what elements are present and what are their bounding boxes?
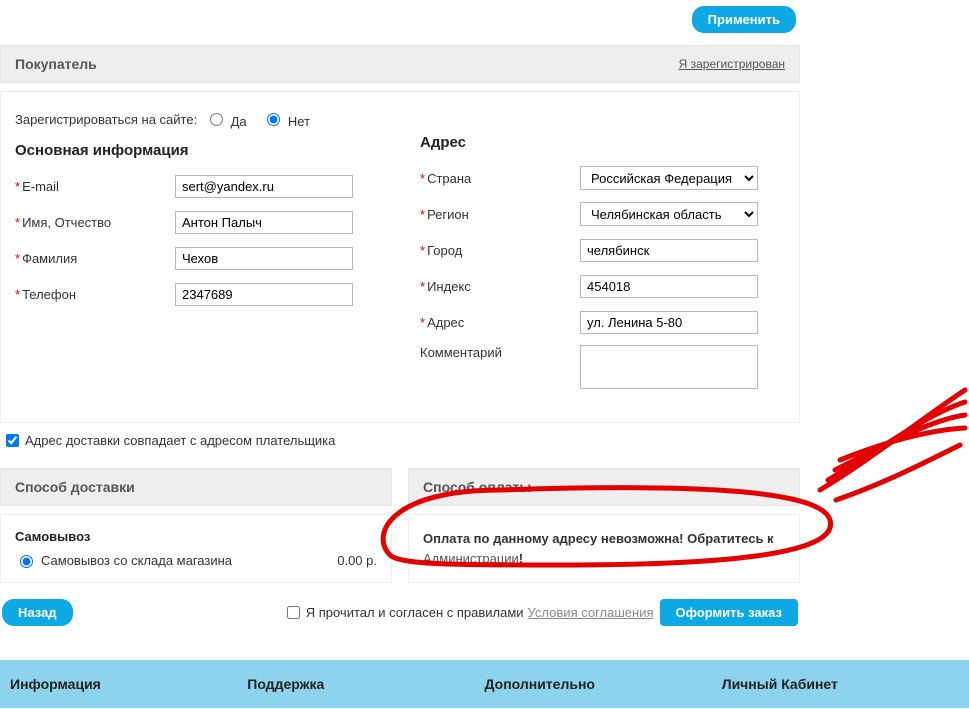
- email-field[interactable]: [175, 175, 353, 198]
- phone-row: *Телефон: [15, 281, 380, 307]
- footer-col-support: Поддержка: [247, 676, 484, 692]
- shipping-option: Самовывоз со склада магазина 0.00 р.: [15, 552, 377, 568]
- footer-col-extra: Дополнительно: [485, 676, 722, 692]
- payment-col: Способ оплаты Оплата по данному адресу н…: [408, 468, 800, 583]
- shipping-heading: Способ доставки: [0, 468, 392, 506]
- address-heading: Адрес: [420, 134, 785, 151]
- country-select[interactable]: Российская Федерация: [580, 166, 758, 190]
- comment-field[interactable]: [580, 345, 758, 389]
- payment-admin-link[interactable]: Администрации: [423, 551, 519, 566]
- comment-row: Комментарий: [420, 345, 785, 392]
- terms-link[interactable]: Условия соглашения: [528, 605, 654, 620]
- agree-text: Я прочитал и согласен с правилами: [306, 605, 524, 620]
- asterisk: *: [420, 315, 425, 330]
- asterisk: *: [420, 207, 425, 222]
- checkout-button[interactable]: Оформить заказ: [660, 599, 798, 626]
- register-no-radio[interactable]: [267, 113, 280, 126]
- asterisk: *: [15, 215, 20, 230]
- same-address-label: Адрес доставки совпадает с адресом плате…: [25, 433, 335, 448]
- payment-body: Оплата по данному адресу невозможна! Обр…: [408, 514, 800, 583]
- addr-row: *Адрес: [420, 309, 785, 335]
- shipping-option-radio[interactable]: [20, 555, 33, 568]
- apply-button[interactable]: Применить: [692, 6, 796, 33]
- email-row: *E-mail: [15, 173, 380, 199]
- addr-label: Адрес: [427, 315, 464, 330]
- shipping-col: Способ доставки Самовывоз Самовывоз со с…: [0, 468, 392, 583]
- index-field[interactable]: [580, 275, 758, 298]
- comment-label: Комментарий: [420, 345, 502, 360]
- back-button[interactable]: Назад: [2, 599, 73, 626]
- addr-field[interactable]: [580, 311, 758, 334]
- col-address: Адрес *Страна Российская Федерация *Реги…: [400, 106, 785, 402]
- register-no-label: Нет: [288, 114, 310, 129]
- footer-col-account: Личный Кабинет: [722, 676, 959, 692]
- region-label: Регион: [427, 207, 469, 222]
- payment-suffix: !: [519, 551, 523, 566]
- agree-block: Я прочитал и согласен с правилами Услови…: [283, 599, 798, 626]
- phone-label: Телефон: [22, 287, 76, 302]
- name-row: *Имя, Отчество: [15, 209, 380, 235]
- name-field[interactable]: [175, 211, 353, 234]
- city-label: Город: [427, 243, 462, 258]
- apply-row: Применить: [0, 0, 800, 41]
- register-yes-radio[interactable]: [210, 113, 223, 126]
- register-label: Зарегистрироваться на сайте:: [15, 112, 205, 127]
- email-label: E-mail: [22, 179, 59, 194]
- register-radios: Да Нет: [205, 110, 380, 129]
- register-yes-label: Да: [231, 114, 247, 129]
- asterisk: *: [420, 279, 425, 294]
- shipping-body: Самовывоз Самовывоз со склада магазина 0…: [0, 514, 392, 583]
- same-address-checkbox[interactable]: [6, 434, 19, 447]
- surname-field[interactable]: [175, 247, 353, 270]
- asterisk: *: [420, 171, 425, 186]
- same-address-row: Адрес доставки совпадает с адресом плате…: [0, 423, 800, 458]
- phone-field[interactable]: [175, 283, 353, 306]
- asterisk: *: [15, 287, 20, 302]
- buyer-title: Покупатель: [15, 56, 97, 72]
- col-main-info: Зарегистрироваться на сайте: Да Нет Осно…: [15, 106, 400, 402]
- surname-label: Фамилия: [22, 251, 77, 266]
- country-row: *Страна Российская Федерация: [420, 165, 785, 191]
- shipping-price: 0.00 р.: [337, 553, 377, 568]
- asterisk: *: [15, 251, 20, 266]
- city-row: *Город: [420, 237, 785, 263]
- asterisk: *: [420, 243, 425, 258]
- payment-message: Оплата по данному адресу невозможна! Обр…: [423, 529, 785, 568]
- ship-pay-row: Способ доставки Самовывоз Самовывоз со с…: [0, 468, 800, 583]
- name-label: Имя, Отчество: [22, 215, 111, 230]
- city-field[interactable]: [580, 239, 758, 262]
- payment-message-text: Оплата по данному адресу невозможна! Обр…: [423, 531, 774, 546]
- form-block: Зарегистрироваться на сайте: Да Нет Осно…: [0, 91, 800, 423]
- surname-row: *Фамилия: [15, 245, 380, 271]
- bottom-row: Назад Я прочитал и согласен с правилами …: [0, 583, 800, 636]
- payment-heading: Способ оплаты: [408, 468, 800, 506]
- footer-col-info: Информация: [10, 676, 247, 692]
- region-row: *Регион Челябинская область: [420, 201, 785, 227]
- buyer-panel-head: Покупатель Я зарегистрирован: [0, 45, 800, 83]
- asterisk: *: [15, 179, 20, 194]
- shipping-option-label: Самовывоз со склада магазина: [41, 553, 232, 568]
- country-label: Страна: [427, 171, 471, 186]
- register-row: Зарегистрироваться на сайте: Да Нет: [15, 106, 380, 132]
- shipping-group-title: Самовывоз: [15, 529, 377, 544]
- index-label: Индекс: [427, 279, 471, 294]
- registered-link[interactable]: Я зарегистрирован: [679, 57, 785, 71]
- index-row: *Индекс: [420, 273, 785, 299]
- main-info-heading: Основная информация: [15, 142, 380, 159]
- region-select[interactable]: Челябинская область: [580, 202, 758, 226]
- footer: Информация Поддержка Дополнительно Личны…: [0, 660, 969, 708]
- agree-checkbox[interactable]: [287, 606, 300, 619]
